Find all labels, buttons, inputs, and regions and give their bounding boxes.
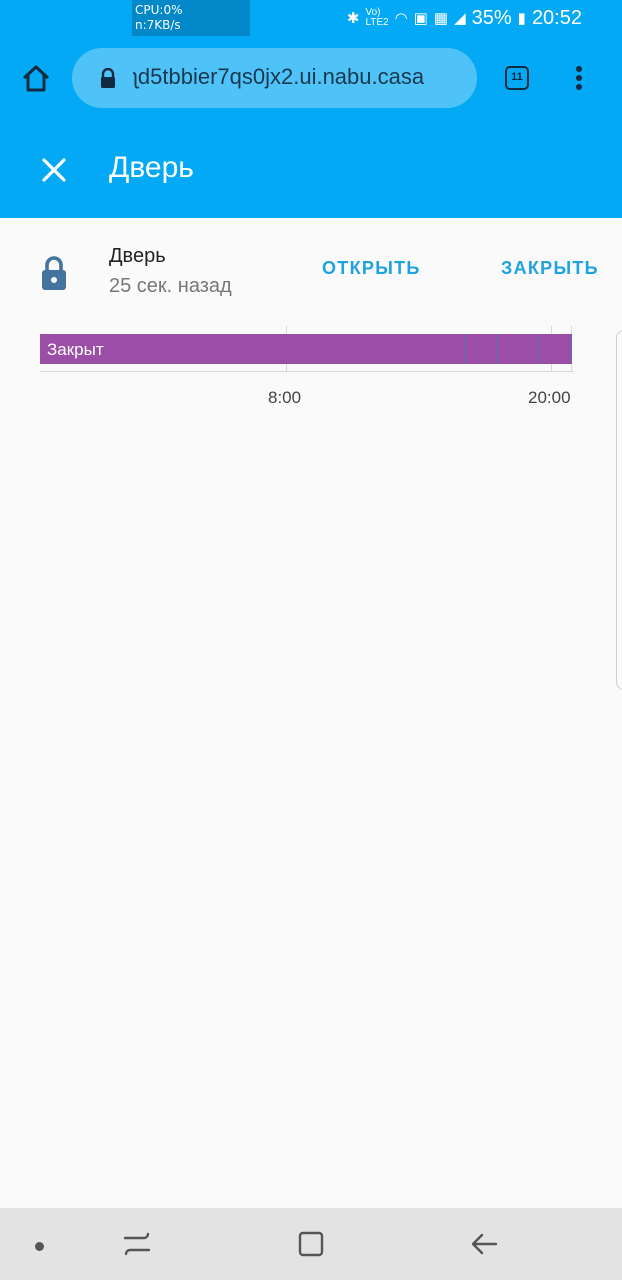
battery-percent: 35% bbox=[471, 6, 512, 29]
lock-icon bbox=[101, 68, 115, 88]
last-changed: 25 сек. назад bbox=[109, 275, 232, 297]
volte-icon: Vo) LTE2 bbox=[365, 7, 389, 28]
network-speed: n:7KB/s bbox=[135, 18, 181, 32]
axis-line bbox=[40, 371, 574, 372]
home-button-icon[interactable] bbox=[297, 1230, 325, 1258]
navigation-bar bbox=[0, 1208, 622, 1280]
state-label: Закрыт bbox=[47, 340, 104, 359]
lock-icon bbox=[42, 256, 66, 290]
battery-icon: ▮ bbox=[517, 10, 526, 27]
dialog-header: Дверь bbox=[0, 122, 622, 218]
tabs-icon[interactable]: 11 bbox=[505, 66, 529, 90]
signal-r-icon: ▦ bbox=[433, 10, 449, 27]
lock-button[interactable]: ЗАКРЫТЬ bbox=[501, 258, 599, 279]
state-segment-divider bbox=[539, 334, 540, 364]
cpu-overlay: CPU:0% n:7KB/s bbox=[132, 0, 250, 36]
status-bar: CPU:0% n:7KB/s ✱ Vo) LTE2 ◠ ▣ ▦ ◢ 35% ▮ 2… bbox=[0, 0, 622, 38]
signal-icon: ◢ bbox=[454, 10, 466, 27]
recents-icon[interactable] bbox=[122, 1230, 152, 1258]
more-vert-icon[interactable] bbox=[572, 66, 586, 94]
browser-toolbar: ʅd5tbbier7qs0jx2.ui.nabu.casa 11 bbox=[0, 38, 622, 122]
status-icons: ✱ Vo) LTE2 ◠ ▣ ▦ ◢ 35% ▮ 20:52 bbox=[347, 6, 582, 30]
close-icon[interactable] bbox=[40, 156, 68, 184]
open-button[interactable]: ОТКРЫТЬ bbox=[322, 258, 421, 279]
dot-icon[interactable] bbox=[35, 1242, 44, 1251]
url-text[interactable]: ʅd5tbbier7qs0jx2.ui.nabu.casa bbox=[133, 64, 463, 90]
dialog-title: Дверь bbox=[109, 151, 194, 184]
tick-label: 20:00 bbox=[528, 388, 571, 407]
entity-name: Дверь bbox=[109, 245, 166, 267]
wifi-icon: ◠ bbox=[394, 10, 408, 27]
tick-label: 8:00 bbox=[268, 388, 302, 407]
state-segment-divider bbox=[496, 334, 497, 364]
back-icon[interactable] bbox=[470, 1230, 500, 1258]
bluetooth-icon: ✱ bbox=[346, 10, 360, 27]
history-timeline: Закрыт 8:00 20:00 bbox=[40, 326, 574, 416]
cpu-usage: CPU:0% bbox=[135, 3, 183, 17]
side-panel-edge bbox=[616, 330, 622, 690]
state-segment-divider bbox=[570, 334, 571, 364]
home-icon[interactable] bbox=[20, 62, 52, 94]
state-bar[interactable]: Закрыт bbox=[40, 334, 572, 364]
clock: 20:52 bbox=[531, 6, 582, 29]
nfc-icon: ▣ bbox=[413, 10, 428, 27]
address-bar[interactable]: ʅd5tbbier7qs0jx2.ui.nabu.casa bbox=[72, 48, 477, 108]
state-segment-divider bbox=[464, 334, 465, 364]
